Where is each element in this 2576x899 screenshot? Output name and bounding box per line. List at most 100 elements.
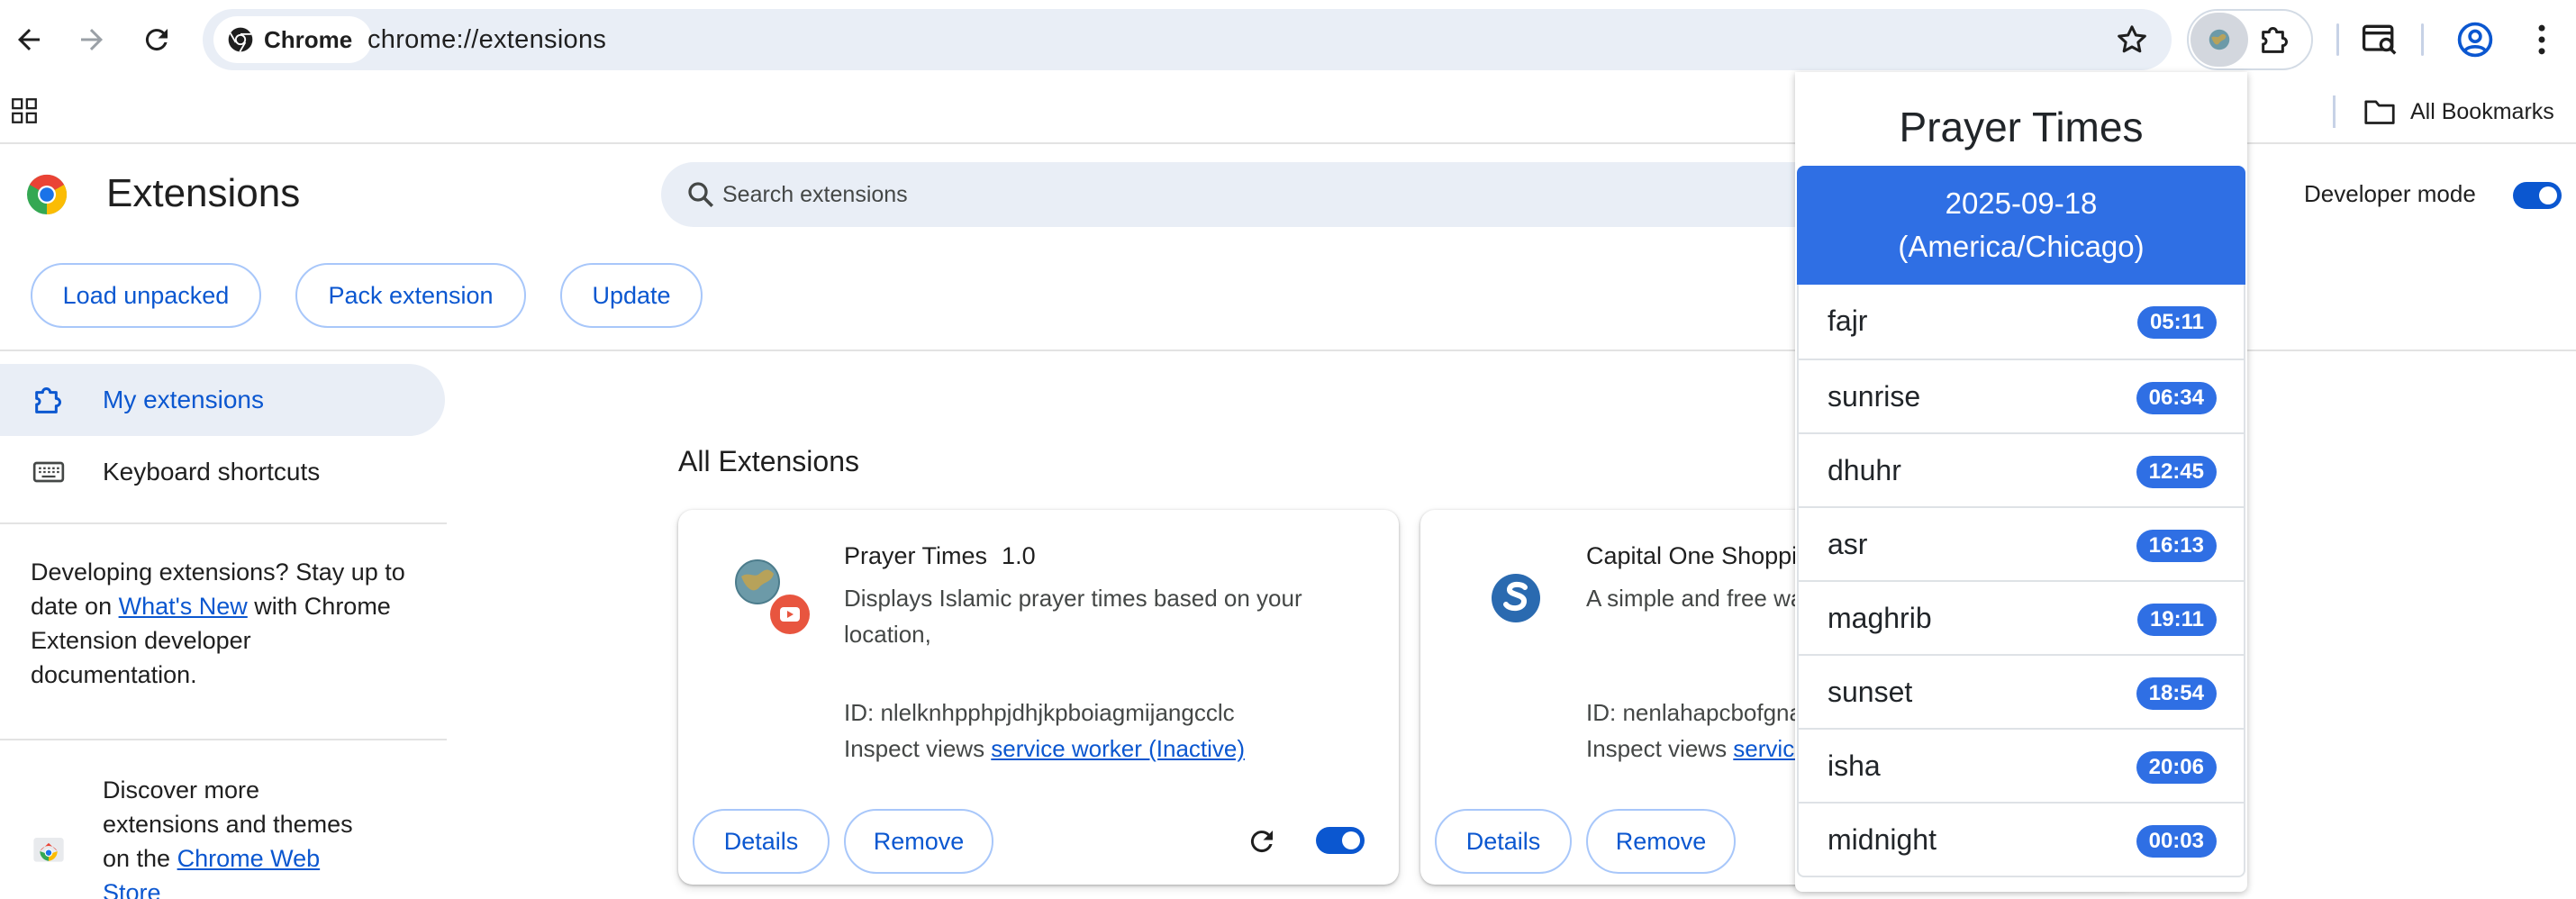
prayer-name: midnight — [1828, 823, 1937, 856]
toolbar-separator — [2421, 23, 2424, 56]
apps-grid-icon[interactable] — [9, 95, 40, 126]
puzzle-icon[interactable] — [2257, 22, 2293, 58]
chrome-icon — [228, 27, 253, 52]
pack-extension-button[interactable]: Pack extension — [295, 263, 526, 328]
all-bookmarks-label: All Bookmarks — [2410, 98, 2554, 124]
extension-card-prayer-times: Prayer Times 1.0 Displays Islamic prayer … — [678, 510, 1399, 885]
url-text[interactable]: chrome://extensions — [367, 9, 606, 70]
prayer-time-badge: 19:11 — [2136, 604, 2217, 636]
arrow-left-icon — [18, 29, 40, 50]
prayer-time-badge: 18:54 — [2136, 677, 2217, 710]
prayer-name: sunset — [1828, 676, 1913, 708]
remove-button[interactable]: Remove — [844, 809, 993, 874]
page-title: Extensions — [106, 171, 301, 215]
popup-title: Prayer Times — [1899, 104, 2144, 150]
prayer-row-maghrib: maghrib 19:11 — [1799, 580, 2244, 654]
prayer-name: fajr — [1828, 304, 1868, 337]
popup-timezone: (America/Chicago) — [1898, 230, 2145, 263]
toolbar-separator — [2336, 23, 2339, 56]
extension-name-text: Prayer Times — [844, 542, 988, 569]
prayer-list: fajr 05:11 sunrise 06:34 dhuhr 12:45 asr… — [1797, 285, 2245, 877]
prayer-time-badge: 00:03 — [2136, 825, 2217, 858]
sidebar-divider — [0, 522, 447, 524]
toggle-knob — [1342, 831, 1360, 849]
whats-new-link[interactable]: What's New — [119, 593, 248, 620]
extension-name: Capital One Shopping — [1586, 542, 1825, 569]
inspect-views: Inspect views service worker (Inactive) — [844, 735, 1245, 763]
sidebar-item-keyboard-shortcuts[interactable]: Keyboard shortcuts — [0, 436, 445, 508]
bookmark-star-icon[interactable] — [2114, 22, 2150, 58]
prayer-times-extension-button[interactable] — [2191, 13, 2248, 67]
extension-version: 1.0 — [1002, 542, 1036, 569]
popup-date-header: 2025-09-18 (America/Chicago) — [1797, 166, 2245, 285]
prayer-row-sunrise: sunrise 06:34 — [1799, 359, 2244, 432]
prayer-time-badge: 12:45 — [2136, 456, 2217, 488]
load-unpacked-button[interactable]: Load unpacked — [31, 263, 261, 328]
folder-icon — [2364, 100, 2395, 124]
reload-icon — [145, 29, 168, 51]
prayer-name: sunrise — [1828, 380, 1921, 413]
sidebar-item-label: My extensions — [103, 386, 264, 413]
prayer-name: isha — [1828, 749, 1881, 782]
prayer-name: maghrib — [1828, 602, 1932, 634]
extension-id: ID: nlelknhpphpjdhjkpboiagmijangcclc — [844, 699, 1235, 726]
developer-mode-toggle[interactable] — [2513, 182, 2562, 209]
extension-enable-toggle[interactable] — [1316, 827, 1365, 854]
remove-button[interactable]: Remove — [1586, 809, 1736, 874]
prayer-row-midnight: midnight 00:03 — [1799, 802, 2244, 876]
prayer-row-sunset: sunset 18:54 — [1799, 654, 2244, 728]
prayer-name: asr — [1828, 528, 1868, 560]
sidebar-item-label: Keyboard shortcuts — [103, 458, 321, 486]
extension-name: Prayer Times 1.0 — [844, 542, 1036, 570]
prayer-row-dhuhr: dhuhr 12:45 — [1799, 432, 2244, 506]
site-chip[interactable]: Chrome — [213, 16, 373, 63]
sidebar-divider — [0, 739, 447, 740]
service-worker-link[interactable]: service worker (Inactive) — [991, 735, 1245, 762]
capital-one-shopping-icon — [1492, 574, 1540, 622]
prayer-time-badge: 20:06 — [2136, 751, 2217, 784]
more-vert-icon[interactable] — [2522, 20, 2562, 59]
prayer-time-badge: 06:34 — [2136, 382, 2217, 414]
prayer-time-badge: 05:11 — [2136, 306, 2217, 339]
details-button[interactable]: Details — [693, 809, 830, 874]
popup-date: 2025-09-18 — [1945, 186, 2098, 220]
developer-mode-label: Developer mode — [2304, 180, 2476, 207]
all-bookmarks-button[interactable]: All Bookmarks — [2363, 92, 2554, 132]
update-button[interactable]: Update — [560, 263, 703, 328]
sidebar-item-my-extensions[interactable]: My extensions — [0, 364, 445, 436]
prayer-times-icon — [735, 559, 810, 634]
inspect-views-label: Inspect views — [844, 735, 992, 762]
prayer-name: dhuhr — [1828, 454, 1901, 486]
prayer-times-popup: Prayer Times 2025-09-18 (America/Chicago… — [1795, 72, 2247, 892]
search-input[interactable] — [722, 162, 1713, 227]
prayer-row-fajr: fajr 05:11 — [1799, 285, 2244, 359]
arrow-right-icon — [81, 29, 103, 50]
search-icon — [688, 182, 714, 208]
forward-button[interactable] — [63, 11, 121, 68]
prayer-times-globe-icon — [2209, 29, 2230, 50]
toggle-knob — [2539, 186, 2557, 204]
tab-search-icon[interactable] — [2360, 20, 2399, 59]
inspect-views-label: Inspect views — [1586, 735, 1734, 762]
section-title: All Extensions — [678, 445, 859, 477]
bookmarks-separator — [2333, 95, 2336, 128]
developer-news-text: Developing extensions? Stay up to date o… — [31, 555, 409, 692]
reload-button[interactable] — [128, 11, 186, 68]
address-bar[interactable]: Chrome chrome://extensions — [203, 9, 2172, 70]
keyboard-icon — [32, 461, 65, 483]
prayer-row-isha: isha 20:06 — [1799, 728, 2244, 802]
details-button[interactable]: Details — [1435, 809, 1572, 874]
chrome-logo-icon — [27, 174, 68, 215]
chrome-web-store-icon — [33, 838, 64, 862]
prayer-row-asr: asr 16:13 — [1799, 506, 2244, 580]
web-store-text: Discover more extensions and themes on t… — [103, 773, 364, 899]
extensions-toolbar-group — [2187, 9, 2313, 70]
prayer-time-badge: 16:13 — [2136, 530, 2217, 562]
extension-description: Displays Islamic prayer times based on y… — [844, 585, 1302, 648]
site-chip-label: Chrome — [264, 25, 353, 53]
extension-icon — [35, 387, 61, 413]
reload-extension-icon[interactable] — [1246, 825, 1278, 858]
back-button[interactable] — [0, 11, 58, 68]
search-box[interactable] — [661, 162, 1850, 227]
profile-icon[interactable] — [2455, 20, 2495, 59]
